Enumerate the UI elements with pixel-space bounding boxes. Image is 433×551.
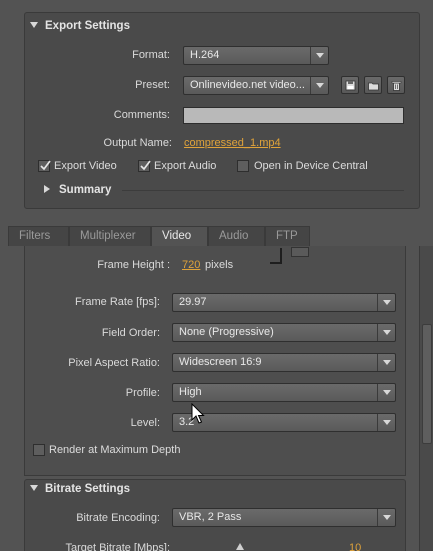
- profile-label: Profile:: [125, 387, 160, 399]
- chevron-down-icon: [377, 324, 395, 341]
- preset-dropdown[interactable]: Onlinevideo.net video...: [183, 76, 329, 95]
- chevron-down-icon: [310, 47, 328, 64]
- export-settings-header[interactable]: Export Settings: [30, 20, 130, 32]
- summary-divider: [122, 190, 404, 191]
- save-preset-icon[interactable]: [341, 76, 359, 94]
- output-name-link[interactable]: compressed_1.mp4: [184, 137, 281, 149]
- collapse-triangle-icon[interactable]: [30, 22, 38, 28]
- delete-preset-icon[interactable]: [387, 76, 405, 94]
- pixel-aspect-dropdown[interactable]: Widescreen 16:9: [172, 353, 396, 372]
- preset-value: Onlinevideo.net video...: [190, 79, 305, 91]
- tab-ftp[interactable]: FTP: [265, 226, 310, 246]
- field-order-label: Field Order:: [101, 327, 160, 339]
- bitrate-settings-header[interactable]: Bitrate Settings: [30, 483, 130, 495]
- import-preset-icon[interactable]: [364, 76, 382, 94]
- render-max-depth-label: Render at Maximum Depth: [49, 444, 181, 456]
- summary-title: Summary: [59, 184, 112, 196]
- field-order-dropdown[interactable]: None (Progressive): [172, 323, 396, 342]
- chevron-down-icon: [310, 77, 328, 94]
- summary-header[interactable]: Summary: [44, 184, 111, 196]
- format-value: H.264: [190, 49, 220, 61]
- collapse-triangle-icon[interactable]: [30, 485, 38, 491]
- frame-height-value[interactable]: 720: [182, 259, 200, 271]
- mouse-pointer-icon: [191, 403, 205, 424]
- pixel-aspect-value: Widescreen 16:9: [179, 356, 262, 368]
- scrollbar-thumb[interactable]: [422, 324, 432, 444]
- chevron-down-icon: [377, 414, 395, 431]
- tab-multiplexer[interactable]: Multiplexer: [69, 226, 151, 246]
- profile-dropdown[interactable]: High: [172, 383, 396, 402]
- format-dropdown[interactable]: H.264: [183, 46, 329, 65]
- export-video-checkbox[interactable]: [38, 160, 51, 172]
- level-label: Level:: [130, 417, 160, 429]
- export-settings-title: Export Settings: [45, 20, 130, 32]
- device-central-checkbox[interactable]: [237, 160, 249, 172]
- chevron-down-icon: [377, 384, 395, 401]
- tab-filters[interactable]: Filters: [8, 226, 69, 246]
- frame-height-label: Frame Height :: [97, 259, 170, 271]
- target-bitrate-value[interactable]: 10: [349, 542, 361, 551]
- chevron-down-icon: [377, 354, 395, 371]
- bitrate-settings-title: Bitrate Settings: [45, 483, 130, 495]
- target-bitrate-slider-thumb[interactable]: [236, 543, 244, 550]
- comments-label: Comments:: [113, 109, 170, 121]
- tab-audio[interactable]: Audio: [208, 226, 265, 246]
- vertical-scrollbar[interactable]: [419, 246, 433, 551]
- pixel-aspect-label: Pixel Aspect Ratio:: [68, 357, 160, 369]
- preset-label: Preset:: [135, 79, 170, 91]
- tab-video[interactable]: Video: [151, 226, 208, 247]
- output-name-label: Output Name:: [103, 137, 172, 149]
- bitrate-encoding-dropdown[interactable]: VBR, 2 Pass: [172, 508, 396, 527]
- bitrate-encoding-value: VBR, 2 Pass: [179, 511, 242, 523]
- device-central-label: Open in Device Central: [254, 160, 368, 172]
- chevron-down-icon: [377, 509, 395, 526]
- constrain-bracket-icon: [270, 248, 282, 264]
- frame-rate-dropdown[interactable]: 29.97: [172, 293, 396, 312]
- constrain-link-icon[interactable]: [291, 247, 309, 257]
- frame-rate-label: Frame Rate [fps]:: [75, 296, 160, 308]
- comments-field[interactable]: [183, 107, 404, 124]
- target-bitrate-label: Target Bitrate [Mbps]:: [65, 542, 170, 551]
- tab-bar: Filters Multiplexer Video Audio FTP: [0, 226, 433, 247]
- export-audio-checkbox[interactable]: [138, 160, 151, 172]
- profile-value: High: [179, 386, 202, 398]
- format-label: Format:: [132, 49, 170, 61]
- frame-rate-value: 29.97: [179, 296, 207, 308]
- export-audio-label: Export Audio: [154, 160, 217, 172]
- expand-triangle-icon[interactable]: [44, 185, 50, 193]
- chevron-down-icon: [377, 294, 395, 311]
- bitrate-encoding-label: Bitrate Encoding:: [76, 512, 160, 524]
- level-dropdown[interactable]: 3.2: [172, 413, 396, 432]
- render-max-depth-checkbox[interactable]: [33, 444, 45, 456]
- export-video-label: Export Video: [54, 160, 117, 172]
- frame-height-unit: pixels: [205, 259, 234, 271]
- field-order-value: None (Progressive): [179, 326, 274, 338]
